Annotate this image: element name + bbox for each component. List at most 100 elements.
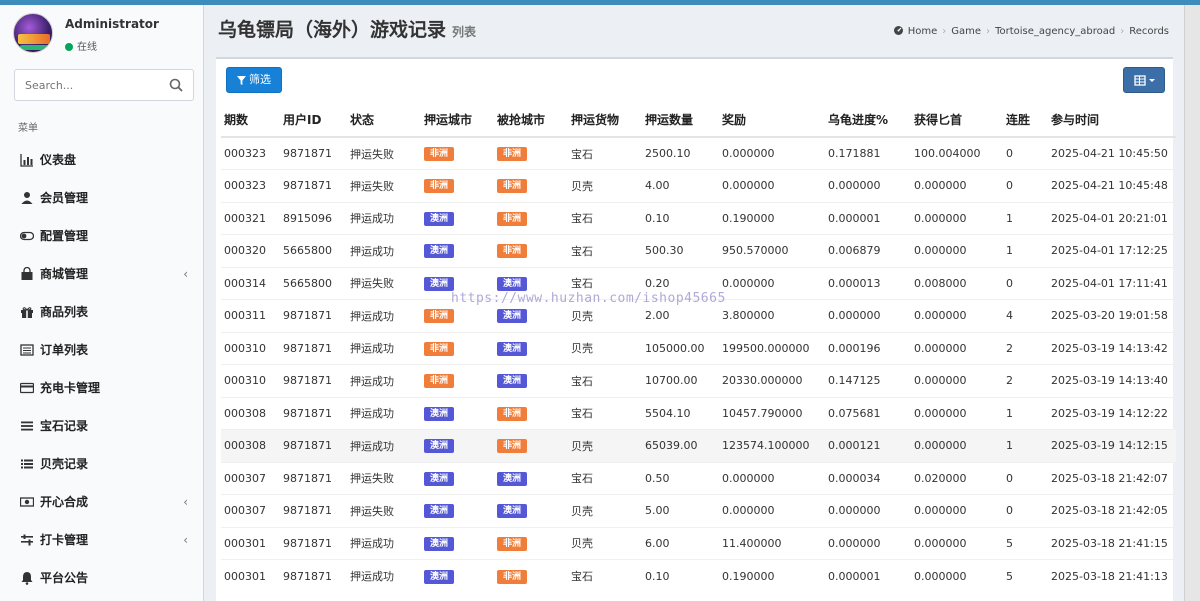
- table-cell: 105000.00: [642, 331, 719, 365]
- page-scrollbar[interactable]: [1184, 5, 1200, 601]
- table-cell: 2: [1003, 364, 1048, 397]
- column-header[interactable]: 乌龟进度%: [825, 103, 911, 138]
- city-badge: 澳洲: [424, 536, 455, 551]
- table-cell: 000310: [221, 364, 280, 397]
- breadcrumb-separator-icon: ›: [942, 26, 947, 37]
- table-row[interactable]: 000320 5665800 押运成功 澳洲 非洲 宝石 500.30 950.570000 0…: [221, 234, 1176, 267]
- city-badge: 澳洲: [497, 276, 528, 291]
- sidebar-item-0[interactable]: 仪表盘: [0, 141, 203, 179]
- table-row[interactable]: 000321 8915096 押运成功 澳洲 非洲 宝石 0.10 0.190000 0.000…: [221, 201, 1176, 235]
- table-cell: 澳洲: [494, 331, 568, 365]
- city-badge: 非洲: [497, 406, 528, 421]
- table-cell: 2025-03-18 21:41:15: [1048, 526, 1176, 560]
- column-header[interactable]: 获得匕首: [911, 103, 1003, 138]
- table-cell: 9871871: [280, 136, 347, 170]
- table-cell: 2025-04-01 20:21:01: [1048, 201, 1176, 235]
- table-row[interactable]: 000308 9871871 押运成功 澳洲 非洲 贝壳 65039.00 123574.10…: [221, 429, 1176, 462]
- table-row[interactable]: 000301 9871871 押运成功 澳洲 非洲 贝壳 6.00 11.400000 0.00…: [221, 526, 1176, 560]
- column-header[interactable]: 参与时间: [1048, 103, 1176, 138]
- sidebar-item-2[interactable]: 配置管理: [0, 217, 203, 255]
- city-badge: 非洲: [497, 147, 528, 161]
- column-header[interactable]: 奖励: [719, 103, 825, 138]
- sidebar-item-label: 会员管理: [40, 191, 89, 205]
- table-row[interactable]: 000323 9871871 押运失败 非洲 非洲 贝壳 4.00 0.000000 0.000…: [221, 169, 1176, 202]
- table-cell: 0.000000: [911, 364, 1003, 397]
- columns-toggle-button[interactable]: [1123, 67, 1165, 93]
- table-cell: 5504.10: [642, 396, 719, 430]
- sidebar-item-8[interactable]: 贝壳记录: [0, 445, 203, 483]
- column-header[interactable]: 被抢城市: [494, 103, 568, 138]
- table-cell: 0: [1003, 494, 1048, 527]
- column-header[interactable]: 连胜: [1003, 103, 1048, 138]
- table-row[interactable]: 000308 9871871 押运成功 澳洲 非洲 宝石 5504.10 10457.7900…: [221, 396, 1176, 430]
- search-input[interactable]: [15, 70, 155, 100]
- city-badge: 非洲: [424, 309, 455, 324]
- table-cell: 000307: [221, 494, 280, 527]
- records-table: 期数 用户ID 状态 押运城市 被抢城市 押运货物 押运数量 奖励 乌龟进度% 获得匕首 连胜 参与时…: [221, 103, 1176, 592]
- table-cell: 宝石: [568, 461, 642, 495]
- breadcrumb-item[interactable]: Tortoise_agency_abroad: [995, 26, 1115, 37]
- table-cell: 0.20: [642, 266, 719, 300]
- table-row[interactable]: 000311 9871871 押运成功 非洲 澳洲 贝壳 2.00 3.800000 0.000…: [221, 299, 1176, 332]
- column-header[interactable]: 状态: [347, 103, 421, 138]
- table-row[interactable]: 000310 9871871 押运成功 非洲 澳洲 宝石 10700.00 20330.000…: [221, 364, 1176, 397]
- table-cell: 非洲: [494, 429, 568, 462]
- avatar[interactable]: [13, 13, 53, 53]
- table-row[interactable]: 000307 9871871 押运失败 澳洲 澳洲 贝壳 5.00 0.000000 0.000…: [221, 494, 1176, 527]
- column-header[interactable]: 押运数量: [642, 103, 719, 138]
- table-cell: 9871871: [280, 429, 347, 462]
- sidebar-item-3[interactable]: 商城管理 ‹: [0, 255, 203, 293]
- sidebar-item-10[interactable]: 打卡管理 ‹: [0, 521, 203, 559]
- table-cell: 9871871: [280, 364, 347, 397]
- table-cell: 非洲: [421, 136, 494, 170]
- table-row[interactable]: 000314 5665800 押运失败 澳洲 澳洲 宝石 0.20 0.000000 0.000…: [221, 266, 1176, 300]
- table-cell: 2025-03-18 21:42:07: [1048, 461, 1176, 495]
- table-cell: 0.075681: [825, 396, 911, 430]
- table-row[interactable]: 000310 9871871 押运成功 非洲 澳洲 贝壳 105000.00 199500.0…: [221, 331, 1176, 365]
- credit-card-icon: [20, 382, 34, 393]
- table-row[interactable]: 000307 9871871 押运失败 澳洲 澳洲 宝石 0.50 0.000000 0.000…: [221, 461, 1176, 495]
- table-cell: 2.00: [642, 299, 719, 332]
- table-cell: 押运成功: [347, 364, 421, 397]
- table-cell: 非洲: [421, 299, 494, 332]
- breadcrumb-item[interactable]: Home: [908, 26, 938, 37]
- table-cell: 000308: [221, 429, 280, 462]
- sidebar-item-11[interactable]: 平台公告: [0, 559, 203, 597]
- sidebar-item-9[interactable]: 开心合成 ‹: [0, 483, 203, 521]
- breadcrumb-item[interactable]: Game: [951, 26, 981, 37]
- sidebar-item-1[interactable]: 会员管理: [0, 179, 203, 217]
- column-header[interactable]: 期数: [221, 103, 280, 138]
- table-cell: 贝壳: [568, 331, 642, 365]
- sidebar: Administrator 在线 菜单 仪表盘会员管理配置管理商城管理 ‹ 商品列表…: [0, 5, 204, 601]
- search-icon[interactable]: [169, 78, 183, 92]
- sidebar-item-label: 打卡管理: [40, 533, 89, 547]
- caret-down-icon: [1149, 79, 1155, 82]
- sidebar-item-label: 充电卡管理: [40, 381, 101, 395]
- table-cell: 贝壳: [568, 429, 642, 462]
- sidebar-item-7[interactable]: 宝石记录: [0, 407, 203, 445]
- table-cell: 0: [1003, 266, 1048, 300]
- gift-icon: [21, 306, 33, 318]
- table-cell: 0.000000: [911, 201, 1003, 235]
- city-badge: 澳洲: [424, 244, 455, 259]
- column-header[interactable]: 押运城市: [421, 103, 494, 138]
- column-header[interactable]: 用户ID: [280, 103, 347, 138]
- city-badge: 非洲: [424, 341, 455, 356]
- column-header[interactable]: 押运货物: [568, 103, 642, 138]
- sidebar-item-6[interactable]: 充电卡管理: [0, 369, 203, 407]
- table-cell: 非洲: [494, 526, 568, 560]
- city-badge: 澳洲: [424, 211, 455, 226]
- filter-button[interactable]: 筛选: [226, 67, 282, 93]
- table-row[interactable]: 000301 9871871 押运成功 澳洲 非洲 宝石 0.10 0.190000 0.000…: [221, 559, 1176, 592]
- sidebar-item-5[interactable]: 订单列表: [0, 331, 203, 369]
- chevron-left-icon: ‹: [183, 533, 188, 547]
- table-cell: 000311: [221, 299, 280, 332]
- sidebar-item-4[interactable]: 商品列表: [0, 293, 203, 331]
- table-cell: 0.000000: [911, 299, 1003, 332]
- table-row[interactable]: 000323 9871871 押运失败 非洲 非洲 宝石 2500.10 0.000000 0.…: [221, 136, 1176, 170]
- table-cell: 0.000000: [911, 169, 1003, 202]
- sidebar-item-label: 宝石记录: [40, 419, 89, 433]
- user-status-text: 在线: [77, 42, 97, 53]
- table-cell: 9871871: [280, 396, 347, 430]
- table-cell: 非洲: [421, 331, 494, 365]
